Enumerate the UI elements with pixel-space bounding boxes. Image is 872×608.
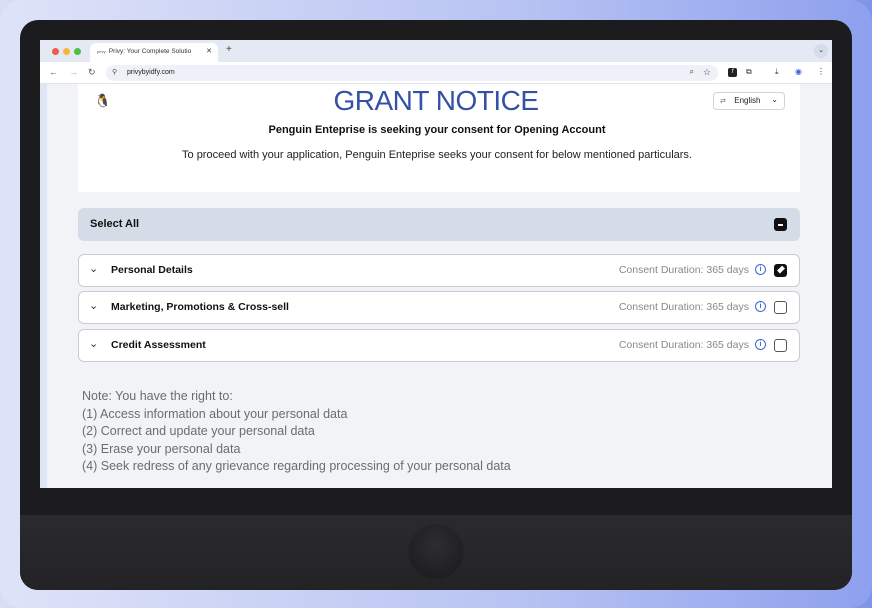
consent-item-credit-assessment[interactable]: ⌄ Credit Assessment Consent Duration: 36… — [78, 329, 800, 362]
chevron-down-icon: ⌄ — [771, 95, 778, 104]
monitor-camera — [408, 523, 464, 579]
page-title: GRANT NOTICE — [333, 85, 539, 116]
tab-bar: privy Privy: Your Complete Solutio ✕ + ⌄ — [40, 40, 832, 62]
menu-kebab-icon[interactable]: ⋮ — [817, 67, 825, 76]
maximize-window-button[interactable] — [74, 48, 81, 55]
select-all-label: Select All — [90, 218, 140, 230]
profile-icon[interactable]: ◉ — [795, 67, 802, 76]
tab-title: Privy: Your Complete Solutio — [108, 48, 192, 55]
select-all-bar[interactable]: Select All — [78, 208, 800, 241]
note-line: (1) Access information about your person… — [82, 406, 348, 421]
extension-icon[interactable]: f — [728, 68, 737, 77]
consent-item-label: Marketing, Promotions & Cross-sell — [111, 301, 289, 313]
address-bar[interactable]: ⚲ privybyidfy.com ⌕ ☆ — [106, 65, 718, 81]
translate-icon: ⇄ — [720, 98, 726, 105]
site-info-icon[interactable]: ⚲ — [112, 68, 117, 76]
consent-duration: Consent Duration: 365 days — [618, 301, 749, 313]
consent-checkbox[interactable] — [774, 264, 787, 277]
note-line: (3) Erase your personal data — [82, 441, 241, 456]
info-icon[interactable]: i — [755, 301, 766, 312]
consent-duration: Consent Duration: 365 days — [618, 264, 749, 276]
download-icon[interactable]: ⤓ — [775, 67, 779, 77]
extensions-puzzle-icon[interactable]: ⧉ — [746, 67, 752, 77]
new-tab-icon[interactable]: + — [226, 44, 232, 55]
favicon-icon: privy — [97, 49, 106, 54]
chevron-down-icon[interactable]: ⌄ — [89, 299, 98, 312]
consent-duration: Consent Duration: 365 days — [618, 339, 749, 351]
language-selector[interactable]: ⇄ English ⌄ — [713, 92, 785, 110]
back-icon[interactable]: ← — [49, 67, 58, 77]
forward-icon[interactable]: → — [69, 67, 78, 77]
chevron-down-icon[interactable]: ⌄ — [89, 262, 98, 275]
info-icon[interactable]: i — [755, 339, 766, 350]
browser-tab[interactable]: privy Privy: Your Complete Solutio ✕ — [90, 43, 218, 62]
consent-subtitle: Penguin Enteprise is seeking your consen… — [268, 124, 606, 136]
minimize-window-button[interactable] — [63, 48, 70, 55]
browser-toolbar: ← → ↻ ⚲ privybyidfy.com ⌕ ☆ f ⧉ ⤓ ◉ ⋮ — [40, 62, 832, 84]
consent-checkbox[interactable] — [774, 339, 787, 352]
note-heading: Note: You have the right to: — [82, 389, 233, 403]
note-line: (4) Seek redress of any grievance regard… — [82, 459, 511, 473]
bookmark-star-icon[interactable]: ☆ — [703, 67, 711, 78]
select-all-checkbox[interactable] — [774, 218, 787, 231]
consent-description: To proceed with your application, Pengui… — [182, 149, 692, 161]
monitor-frame: privy Privy: Your Complete Solutio ✕ + ⌄… — [0, 0, 872, 608]
consent-checkbox[interactable] — [774, 301, 787, 314]
consent-item-label: Credit Assessment — [111, 339, 206, 351]
note-line: (2) Correct and update your personal dat… — [82, 424, 315, 438]
left-accent-bar — [40, 84, 47, 488]
zoom-icon[interactable]: ⌕ — [690, 67, 694, 77]
consent-item-label: Personal Details — [111, 264, 193, 276]
language-label: English — [734, 96, 761, 105]
chevron-down-icon[interactable]: ⌄ — [89, 337, 98, 350]
info-icon[interactable]: i — [755, 264, 766, 275]
tab-search-icon[interactable]: ⌄ — [814, 44, 828, 58]
page-content: 🐧 GRANT NOTICE ⇄ English ⌄ Penguin Entep… — [40, 84, 832, 488]
url-text: privybyidfy.com — [127, 68, 175, 76]
close-tab-icon[interactable]: ✕ — [206, 47, 212, 55]
consent-item-personal-details[interactable]: ⌄ Personal Details Consent Duration: 365… — [78, 254, 800, 287]
consent-item-marketing[interactable]: ⌄ Marketing, Promotions & Cross-sell Con… — [78, 291, 800, 324]
browser-window: privy Privy: Your Complete Solutio ✕ + ⌄… — [40, 40, 832, 488]
rights-note: Note: You have the right to: (1) Access … — [82, 388, 782, 476]
close-window-button[interactable] — [52, 48, 59, 55]
grant-notice-card: 🐧 GRANT NOTICE ⇄ English ⌄ Penguin Entep… — [78, 84, 800, 192]
reload-icon[interactable]: ↻ — [88, 67, 96, 78]
